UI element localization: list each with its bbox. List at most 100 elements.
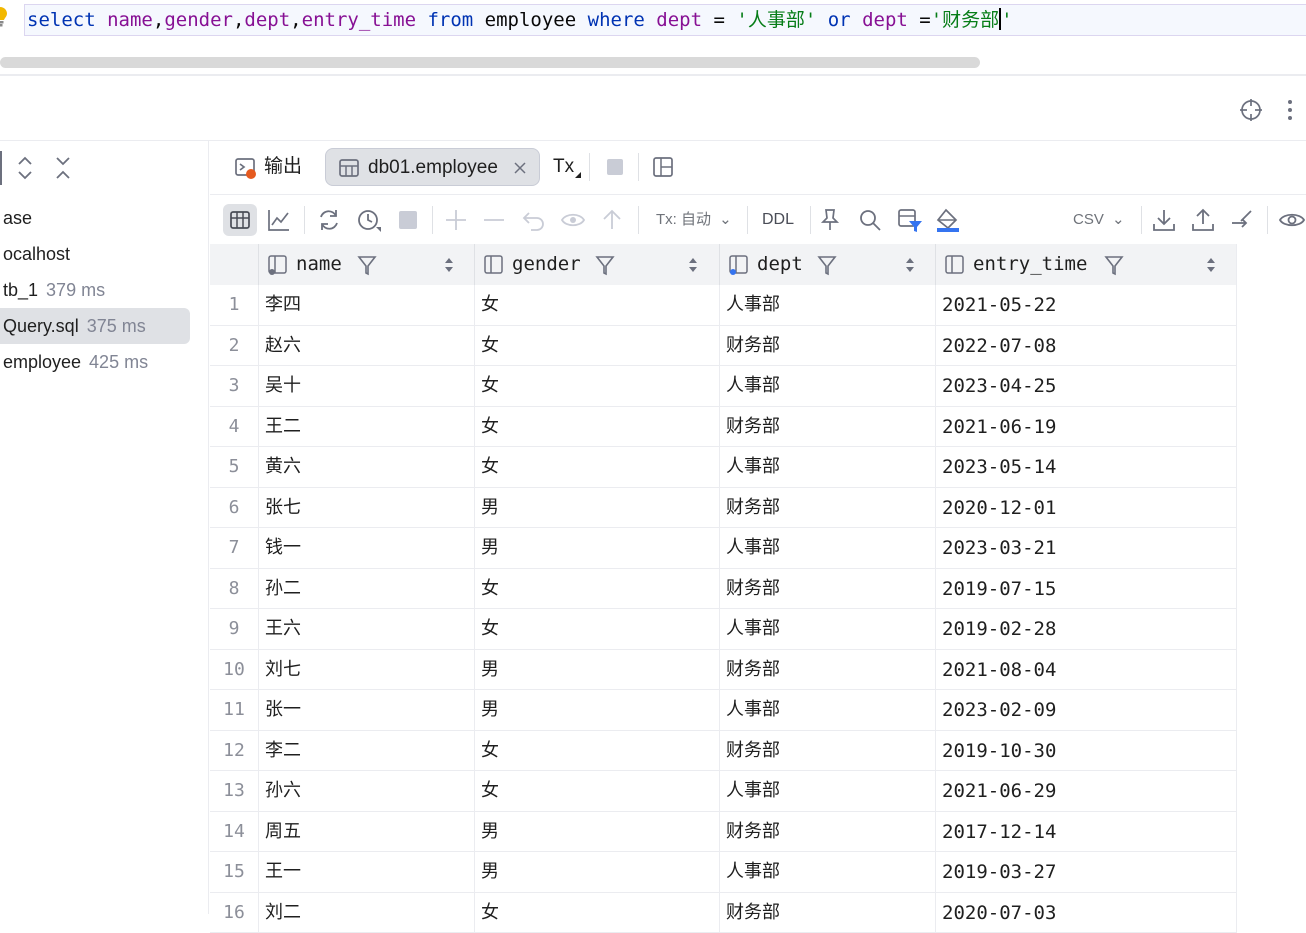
editor-horizontal-scrollbar[interactable] [0, 57, 980, 68]
row-number[interactable]: 11 [210, 690, 258, 730]
tree-item[interactable]: Query.sql375 ms [0, 308, 190, 344]
cancel-query-icon[interactable] [395, 207, 421, 233]
eye-icon[interactable] [1279, 207, 1305, 233]
table-row[interactable]: 11张一男人事部2023-02-09 [210, 690, 1237, 731]
expand-all-icon[interactable] [15, 155, 35, 181]
cell-gender[interactable]: 男 [474, 812, 719, 852]
table-row[interactable]: 15王一男人事部2019-03-27 [210, 852, 1237, 893]
filter-icon[interactable] [817, 254, 837, 276]
cell-dept[interactable]: 财务部 [719, 488, 935, 528]
filter-icon[interactable] [357, 254, 377, 276]
sort-icon[interactable] [443, 255, 455, 275]
cell-dept[interactable]: 财务部 [719, 731, 935, 771]
preview-changes-icon[interactable] [560, 207, 586, 233]
table-view-toggle[interactable] [223, 204, 257, 236]
filter-icon[interactable] [595, 254, 615, 276]
tab-db01-employee[interactable]: db01.employee [325, 148, 540, 186]
cell-gender[interactable]: 女 [474, 447, 719, 487]
cell-gender[interactable]: 男 [474, 690, 719, 730]
lightbulb-icon[interactable] [0, 6, 8, 28]
row-number[interactable]: 4 [210, 407, 258, 447]
collapse-all-icon[interactable] [53, 155, 73, 181]
cell-gender[interactable]: 女 [474, 366, 719, 406]
row-number[interactable]: 13 [210, 771, 258, 811]
tx-mode-dropdown[interactable]: Tx: 自动 ⌄ [656, 208, 732, 232]
table-row[interactable]: 7钱一男人事部2023-03-21 [210, 528, 1237, 569]
cell-entry_time[interactable]: 2023-02-09 [935, 690, 1237, 730]
download-icon[interactable] [1151, 207, 1177, 233]
cell-dept[interactable]: 财务部 [719, 326, 935, 366]
upload-icon[interactable] [1190, 207, 1216, 233]
more-vertical-icon[interactable] [1278, 98, 1302, 122]
revert-icon[interactable] [521, 207, 547, 233]
cell-name[interactable]: 吴十 [258, 366, 474, 406]
cell-dept[interactable]: 人事部 [719, 528, 935, 568]
cell-entry_time[interactable]: 2021-06-29 [935, 771, 1237, 811]
cell-name[interactable]: 李四 [258, 285, 474, 325]
refresh-icon[interactable] [316, 207, 342, 233]
cell-entry_time[interactable]: 2017-12-14 [935, 812, 1237, 852]
row-number[interactable]: 9 [210, 609, 258, 649]
cell-dept[interactable]: 财务部 [719, 407, 935, 447]
column-header-entry_time[interactable]: entry_time [935, 244, 1237, 285]
pin-icon[interactable] [817, 207, 843, 233]
chart-view-icon[interactable] [266, 207, 292, 233]
cell-entry_time[interactable]: 2019-02-28 [935, 609, 1237, 649]
paint-bucket-icon[interactable] [935, 207, 961, 233]
cell-gender[interactable]: 女 [474, 893, 719, 933]
column-header-name[interactable]: name [258, 244, 474, 285]
stop-icon[interactable] [605, 157, 625, 177]
sort-icon[interactable] [687, 255, 699, 275]
row-number[interactable]: 2 [210, 326, 258, 366]
tx-button[interactable]: Tx [553, 148, 583, 186]
sort-icon[interactable] [904, 255, 916, 275]
sql-code-line[interactable]: select name,gender,dept,entry_time from … [24, 4, 1306, 36]
table-row[interactable]: 4王二女财务部2021-06-19 [210, 407, 1237, 448]
row-number[interactable]: 16 [210, 893, 258, 933]
history-clock-icon[interactable] [356, 207, 382, 233]
table-row[interactable]: 6张七男财务部2020-12-01 [210, 488, 1237, 529]
cell-name[interactable]: 李二 [258, 731, 474, 771]
cell-entry_time[interactable]: 2019-03-27 [935, 852, 1237, 892]
table-row[interactable]: 13孙六女人事部2021-06-29 [210, 771, 1237, 812]
table-row[interactable]: 12李二女财务部2019-10-30 [210, 731, 1237, 772]
cell-dept[interactable]: 财务部 [719, 812, 935, 852]
cell-entry_time[interactable]: 2023-04-25 [935, 366, 1237, 406]
cell-gender[interactable]: 女 [474, 326, 719, 366]
cell-entry_time[interactable]: 2021-08-04 [935, 650, 1237, 690]
cell-name[interactable]: 张七 [258, 488, 474, 528]
cell-name[interactable]: 刘二 [258, 893, 474, 933]
tree-item[interactable]: ocalhost [0, 236, 200, 272]
row-number[interactable]: 15 [210, 852, 258, 892]
row-number[interactable]: 7 [210, 528, 258, 568]
cell-gender[interactable]: 男 [474, 650, 719, 690]
table-row[interactable]: 9王六女人事部2019-02-28 [210, 609, 1237, 650]
cell-entry_time[interactable]: 2023-05-14 [935, 447, 1237, 487]
cell-dept[interactable]: 人事部 [719, 285, 935, 325]
cell-dept[interactable]: 财务部 [719, 569, 935, 609]
row-number[interactable]: 10 [210, 650, 258, 690]
cell-name[interactable]: 周五 [258, 812, 474, 852]
submit-icon[interactable] [599, 207, 625, 233]
cell-gender[interactable]: 男 [474, 528, 719, 568]
cell-gender[interactable]: 女 [474, 407, 719, 447]
export-format-dropdown[interactable]: CSV ⌄ [1073, 208, 1125, 232]
cell-dept[interactable]: 人事部 [719, 447, 935, 487]
column-header-gender[interactable]: gender [474, 244, 719, 285]
table-row[interactable]: 1李四女人事部2021-05-22 [210, 285, 1237, 326]
cell-entry_time[interactable]: 2021-06-19 [935, 407, 1237, 447]
cell-dept[interactable]: 财务部 [719, 893, 935, 933]
table-row[interactable]: 10刘七男财务部2021-08-04 [210, 650, 1237, 691]
sql-editor[interactable]: select name,gender,dept,entry_time from … [0, 0, 1306, 72]
cell-entry_time[interactable]: 2019-07-15 [935, 569, 1237, 609]
cell-entry_time[interactable]: 2022-07-08 [935, 326, 1237, 366]
table-row[interactable]: 3吴十女人事部2023-04-25 [210, 366, 1237, 407]
table-row[interactable]: 16刘二女财务部2020-07-03 [210, 893, 1237, 933]
crosshair-icon[interactable] [1239, 98, 1263, 122]
row-number[interactable]: 6 [210, 488, 258, 528]
cell-gender[interactable]: 女 [474, 731, 719, 771]
row-number[interactable]: 1 [210, 285, 258, 325]
cell-dept[interactable]: 人事部 [719, 690, 935, 730]
cell-gender[interactable]: 女 [474, 569, 719, 609]
cell-entry_time[interactable]: 2020-07-03 [935, 893, 1237, 933]
